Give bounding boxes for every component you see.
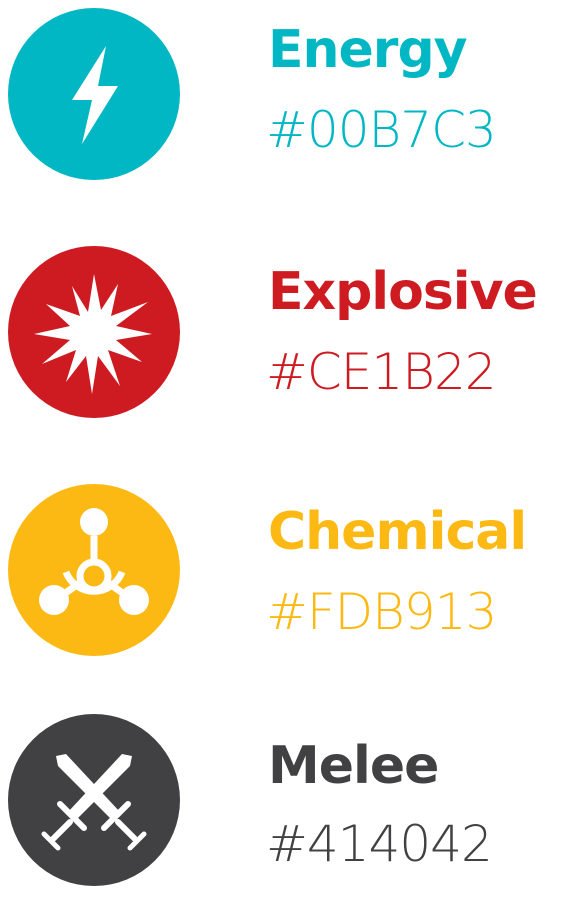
type-row-chemical: Chemical #FDB913 [0, 484, 581, 684]
crossed-swords-icon [41, 754, 147, 851]
molecule-icon [39, 508, 149, 615]
melee-badge [8, 714, 180, 886]
type-row-melee: Melee #414042 [0, 714, 581, 914]
lightning-bolt-icon [72, 46, 118, 144]
type-hex-code: #FDB913 [266, 583, 497, 641]
type-row-explosive: Explosive #CE1B22 [0, 246, 581, 446]
type-name: Melee [268, 736, 439, 796]
explosive-badge [8, 246, 180, 418]
explosion-burst-icon [34, 274, 152, 394]
type-hex-code: #00B7C3 [266, 101, 497, 159]
type-name: Explosive [268, 262, 538, 322]
type-name: Energy [268, 20, 468, 80]
type-name: Chemical [268, 502, 527, 562]
chemical-badge [8, 484, 180, 656]
type-row-energy: Energy #00B7C3 [0, 8, 581, 208]
energy-badge [8, 8, 180, 180]
type-hex-code: #414042 [266, 815, 493, 873]
type-hex-code: #CE1B22 [266, 343, 497, 401]
